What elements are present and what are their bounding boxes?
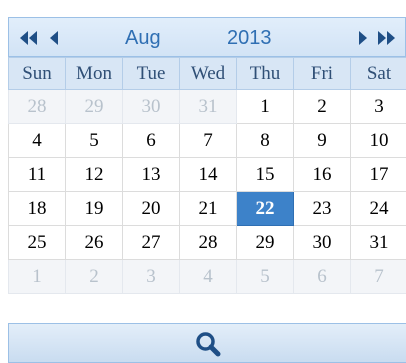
day-cell[interactable]: 21 bbox=[179, 191, 237, 226]
day-cell[interactable]: 11 bbox=[8, 157, 66, 192]
day-cell[interactable]: 9 bbox=[293, 123, 351, 158]
year-label[interactable]: 2013 bbox=[227, 18, 272, 58]
day-cell[interactable]: 1 bbox=[236, 89, 294, 124]
week-row: 4 5 6 7 8 9 10 bbox=[8, 123, 406, 158]
weekday-header-row: Sun Mon Tue Wed Thu Fri Sat bbox=[8, 57, 406, 90]
day-cell[interactable]: 7 bbox=[179, 123, 237, 158]
week-row: 1234567 bbox=[8, 259, 406, 294]
search-icon bbox=[195, 331, 221, 362]
day-cell[interactable]: 17 bbox=[350, 157, 406, 192]
day-cell[interactable]: 15 bbox=[236, 157, 294, 192]
weekday-label: Wed bbox=[179, 57, 237, 90]
date-picker: Aug 2013 Sun Mon Tue Wed Thu Fri Sat 28 … bbox=[8, 17, 406, 363]
day-cell[interactable]: 14 bbox=[179, 157, 237, 192]
weekday-label: Thu bbox=[236, 57, 294, 90]
calendar-header: Aug 2013 bbox=[8, 17, 406, 57]
next-month-button[interactable] bbox=[358, 27, 368, 49]
day-cell[interactable]: 10 bbox=[350, 123, 406, 158]
weekday-label: Tue bbox=[122, 57, 180, 90]
month-label[interactable]: Aug bbox=[125, 18, 161, 58]
other-month-day-cell[interactable]: 4 bbox=[179, 259, 237, 294]
other-month-day-cell[interactable]: 3 bbox=[122, 259, 180, 294]
week-row: 18 19 20 21 22 23 24 bbox=[8, 191, 406, 226]
selected-day-cell[interactable]: 22 bbox=[236, 191, 294, 226]
weekday-label: Mon bbox=[65, 57, 123, 90]
day-cell[interactable]: 13 bbox=[122, 157, 180, 192]
other-month-day-cell[interactable]: 29 bbox=[65, 89, 123, 124]
day-cell[interactable]: 24 bbox=[350, 191, 406, 226]
search-button[interactable] bbox=[8, 323, 406, 363]
next-month-icon bbox=[358, 31, 368, 45]
days-body: 28 29 30 31 1 2 3 4 5 6 7 8 9 10 11 12 13 14 15 16 17 18 19 20 2… bbox=[8, 89, 406, 294]
week-row: 25 26 27 28 29 30 31 bbox=[8, 225, 406, 260]
day-cell[interactable]: 29 bbox=[236, 225, 294, 260]
prev-year-button[interactable] bbox=[19, 27, 39, 49]
day-cell[interactable]: 27 bbox=[122, 225, 180, 260]
prev-month-button[interactable] bbox=[49, 27, 59, 49]
week-row: 11 12 13 14 15 16 17 bbox=[8, 157, 406, 192]
week-row: 28 29 30 31 1 2 3 bbox=[8, 89, 406, 124]
weekday-label: Sun bbox=[8, 57, 66, 90]
day-cell[interactable]: 3 bbox=[350, 89, 406, 124]
next-year-button[interactable] bbox=[377, 27, 397, 49]
other-month-day-cell[interactable]: 1 bbox=[8, 259, 66, 294]
weekday-label: Fri bbox=[293, 57, 351, 90]
day-cell[interactable]: 2 bbox=[293, 89, 351, 124]
day-cell[interactable]: 30 bbox=[293, 225, 351, 260]
day-cell[interactable]: 4 bbox=[8, 123, 66, 158]
other-month-day-cell[interactable]: 6 bbox=[293, 259, 351, 294]
other-month-day-cell[interactable]: 2 bbox=[65, 259, 123, 294]
other-month-day-cell[interactable]: 31 bbox=[179, 89, 237, 124]
day-cell[interactable]: 23 bbox=[293, 191, 351, 226]
day-cell[interactable]: 25 bbox=[8, 225, 66, 260]
day-cell[interactable]: 5 bbox=[65, 123, 123, 158]
day-cell[interactable]: 19 bbox=[65, 191, 123, 226]
day-cell[interactable]: 16 bbox=[293, 157, 351, 192]
day-cell[interactable]: 26 bbox=[65, 225, 123, 260]
day-cell[interactable]: 28 bbox=[179, 225, 237, 260]
day-cell[interactable]: 6 bbox=[122, 123, 180, 158]
other-month-day-cell[interactable]: 30 bbox=[122, 89, 180, 124]
other-month-day-cell[interactable]: 5 bbox=[236, 259, 294, 294]
prev-month-icon bbox=[49, 31, 59, 45]
day-cell[interactable]: 31 bbox=[350, 225, 406, 260]
day-cell[interactable]: 12 bbox=[65, 157, 123, 192]
other-month-day-cell[interactable]: 28 bbox=[8, 89, 66, 124]
next-year-icon bbox=[377, 31, 397, 45]
day-cell[interactable]: 8 bbox=[236, 123, 294, 158]
weekday-label: Sat bbox=[350, 57, 406, 90]
other-month-day-cell[interactable]: 7 bbox=[350, 259, 406, 294]
day-cell[interactable]: 20 bbox=[122, 191, 180, 226]
calendar-grid: Sun Mon Tue Wed Thu Fri Sat 28 29 30 31 1 2 3 4… bbox=[8, 57, 406, 294]
prev-year-icon bbox=[19, 31, 39, 45]
day-cell[interactable]: 18 bbox=[8, 191, 66, 226]
